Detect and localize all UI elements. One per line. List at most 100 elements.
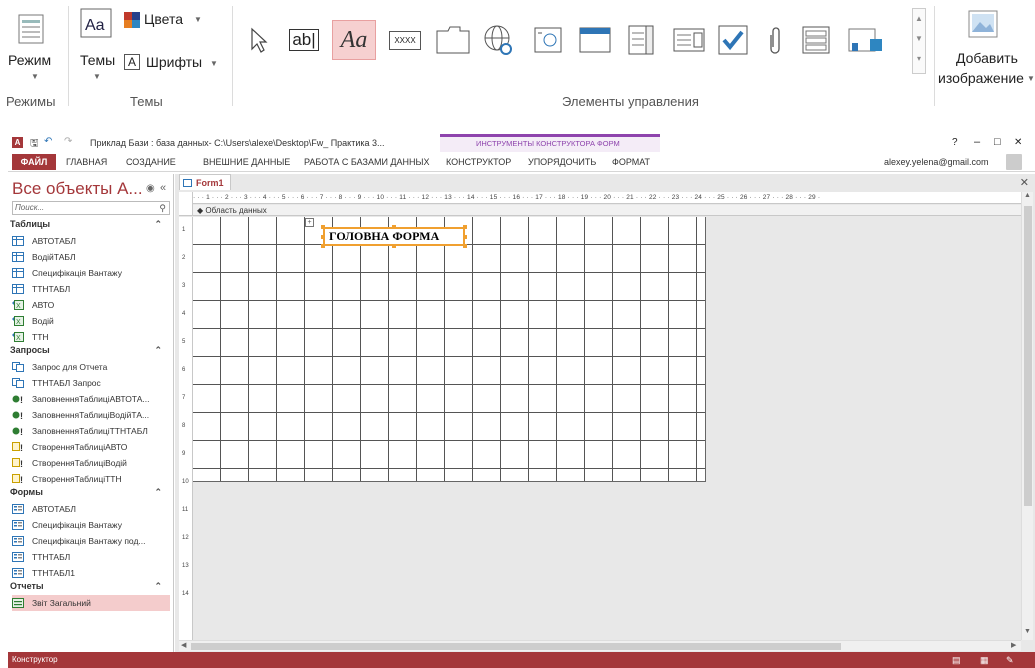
tab-format[interactable]: ФОРМАТ xyxy=(612,157,650,167)
list-item[interactable]: Звіт Загальний xyxy=(12,595,170,611)
list-item[interactable]: ! СтворенняТаблиціТТН xyxy=(12,471,170,487)
scroll-right-icon[interactable]: ▶ xyxy=(1011,641,1016,649)
minimize-button[interactable]: – xyxy=(974,136,980,148)
attachment-paperclip-icon[interactable] xyxy=(760,22,790,58)
list-item[interactable]: ! СтворенняТаблиціВодій xyxy=(12,455,170,471)
restore-button[interactable]: □ xyxy=(994,136,1001,148)
list-item[interactable]: Специфікація Вантажу под... xyxy=(12,533,170,549)
list-item[interactable]: ВодійТАБЛ xyxy=(12,249,170,265)
nav-pane-title[interactable]: Все объекты А... xyxy=(12,179,143,199)
list-item[interactable]: ! СтворенняТаблиціАВТО xyxy=(12,439,170,455)
list-item[interactable]: АВТОТАБЛ xyxy=(12,233,170,249)
themes-button[interactable]: Aa Темы ▼ xyxy=(74,4,120,90)
list-item[interactable]: АВТОТАБЛ xyxy=(12,501,170,517)
colors-button[interactable]: Цвета ▼ xyxy=(124,10,214,30)
list-item[interactable]: X ТТН xyxy=(12,329,170,345)
list-item[interactable]: Запрос для Отчета xyxy=(12,359,170,375)
collapse-section-icon[interactable]: ⌃ xyxy=(154,219,162,230)
resize-handle[interactable] xyxy=(463,244,467,248)
ruler-corner[interactable] xyxy=(179,192,193,216)
nav-menu-icon[interactable]: ◉ xyxy=(146,183,155,194)
web-browser-control-icon[interactable] xyxy=(530,22,566,58)
list-item[interactable]: ТТНТАБЛ1 xyxy=(12,565,170,581)
tab-file[interactable]: ФАЙЛ xyxy=(12,154,56,170)
user-account[interactable]: alexey.yelena@gmail.com xyxy=(884,157,989,167)
controls-gallery: ab| Aa XXXX ▲ ▼ ▾ xyxy=(234,2,934,92)
tab-external-data[interactable]: ВНЕШНИЕ ДАННЫЕ xyxy=(203,157,290,167)
move-handle-icon[interactable]: + xyxy=(305,218,314,227)
navigation-pane: Все объекты А... ◉ « Поиск... ⚲ Таблицы ⌃… xyxy=(8,174,174,652)
label-control-icon[interactable]: Aa xyxy=(332,20,376,60)
design-view-icon[interactable]: ✎ xyxy=(1006,652,1014,668)
scroll-thumb[interactable] xyxy=(1024,206,1032,506)
tab-database-tools[interactable]: РАБОТА С БАЗАМИ ДАННЫХ xyxy=(304,157,430,167)
list-item[interactable]: X АВТО xyxy=(12,297,170,313)
scroll-thumb[interactable] xyxy=(191,643,841,650)
tab-create[interactable]: СОЗДАНИЕ xyxy=(126,157,176,167)
checkbox-control-icon[interactable] xyxy=(714,22,752,58)
resize-handle[interactable] xyxy=(321,225,325,229)
tab-home[interactable]: ГЛАВНАЯ xyxy=(66,157,107,167)
collapse-section-icon[interactable]: ⌃ xyxy=(154,581,162,592)
help-button[interactable]: ? xyxy=(952,137,958,148)
detail-section-bar[interactable]: ◆ Область данных xyxy=(193,205,1021,216)
resize-handle[interactable] xyxy=(392,225,396,229)
avatar[interactable] xyxy=(1006,154,1022,170)
collapse-section-icon[interactable]: ⌃ xyxy=(154,345,162,356)
list-item[interactable]: ! ЗаповненняТаблиціТТНТАБЛ xyxy=(12,423,170,439)
close-window-button[interactable]: ✕ xyxy=(1014,137,1022,148)
nav-section-header[interactable]: Формы ⌃ xyxy=(10,487,170,500)
list-item[interactable]: Специфікація Вантажу xyxy=(12,265,170,281)
resize-handle[interactable] xyxy=(321,235,325,239)
collapse-nav-icon[interactable]: « xyxy=(160,182,166,194)
list-item[interactable]: ! ЗаповненняТаблиціВодійТА... xyxy=(12,407,170,423)
tab-arrange[interactable]: УПОРЯДОЧИТЬ xyxy=(528,157,596,167)
nav-section-header[interactable]: Отчеты ⌃ xyxy=(10,581,170,594)
form-view-icon[interactable]: ▤ xyxy=(952,652,961,668)
tab-design[interactable]: КОНСТРУКТОР xyxy=(446,157,511,167)
search-icon[interactable]: ⚲ xyxy=(159,202,166,214)
redo-icon[interactable]: ↷ xyxy=(64,136,72,147)
add-image-button[interactable]: Добавить изображение ▼ xyxy=(936,6,1035,106)
tab-form1[interactable]: Form1 xyxy=(179,174,231,190)
chart-image-icon[interactable] xyxy=(842,22,890,58)
horizontal-scrollbar[interactable]: ◀ ▶ xyxy=(179,640,1021,651)
nav-search-input[interactable]: Поиск... ⚲ xyxy=(12,201,170,215)
linked-table-icon: X xyxy=(12,332,24,342)
scroll-left-icon[interactable]: ◀ xyxy=(181,641,186,649)
resize-handle[interactable] xyxy=(392,244,396,248)
scroll-down-icon[interactable]: ▼ xyxy=(1024,628,1031,635)
collapse-section-icon[interactable]: ⌃ xyxy=(154,487,162,498)
pointer-select-icon[interactable] xyxy=(242,22,276,58)
button-control-icon[interactable]: XXXX xyxy=(386,22,424,58)
form-design-grid[interactable]: + ГОЛОВНА ФОРМА xyxy=(193,217,706,482)
combo-box-icon[interactable] xyxy=(670,22,708,58)
tab-control-icon[interactable] xyxy=(434,22,472,58)
list-item[interactable]: Специфікація Вантажу xyxy=(12,517,170,533)
vertical-scrollbar[interactable]: ▲ ▼ xyxy=(1021,192,1033,640)
list-item[interactable]: ТТНТАБЛ xyxy=(12,549,170,565)
list-item[interactable]: ТТНТАБЛ xyxy=(12,281,170,297)
gallery-scrollbar[interactable]: ▲ ▼ ▾ xyxy=(912,8,926,74)
undo-icon[interactable]: ↶ xyxy=(44,136,52,147)
close-document-icon[interactable]: ✕ xyxy=(1020,176,1029,189)
layout-view-icon[interactable]: ▦ xyxy=(980,652,989,668)
table-icon xyxy=(12,236,24,246)
resize-handle[interactable] xyxy=(463,225,467,229)
list-item[interactable]: X Водій xyxy=(12,313,170,329)
nav-section-header[interactable]: Запросы ⌃ xyxy=(10,345,170,358)
fonts-button[interactable]: A Шрифты ▼ xyxy=(124,52,224,74)
list-item[interactable]: ! ЗаповненняТаблиціАВТОТА... xyxy=(12,391,170,407)
navigation-control-icon[interactable] xyxy=(576,22,614,58)
list-box-icon[interactable] xyxy=(798,22,834,58)
nav-section-header[interactable]: Таблицы ⌃ xyxy=(10,219,170,232)
resize-handle[interactable] xyxy=(321,244,325,248)
scroll-up-icon[interactable]: ▲ xyxy=(1024,192,1031,199)
option-group-icon[interactable] xyxy=(624,22,658,58)
list-item[interactable]: ТТНТАБЛ Запрос xyxy=(12,375,170,391)
hyperlink-globe-icon[interactable] xyxy=(480,22,518,58)
resize-handle[interactable] xyxy=(463,235,467,239)
textbox-control-icon[interactable]: ab| xyxy=(286,22,322,58)
mode-button[interactable]: Режим ▼ xyxy=(4,6,64,90)
save-icon[interactable]: 🖫 xyxy=(30,136,39,153)
